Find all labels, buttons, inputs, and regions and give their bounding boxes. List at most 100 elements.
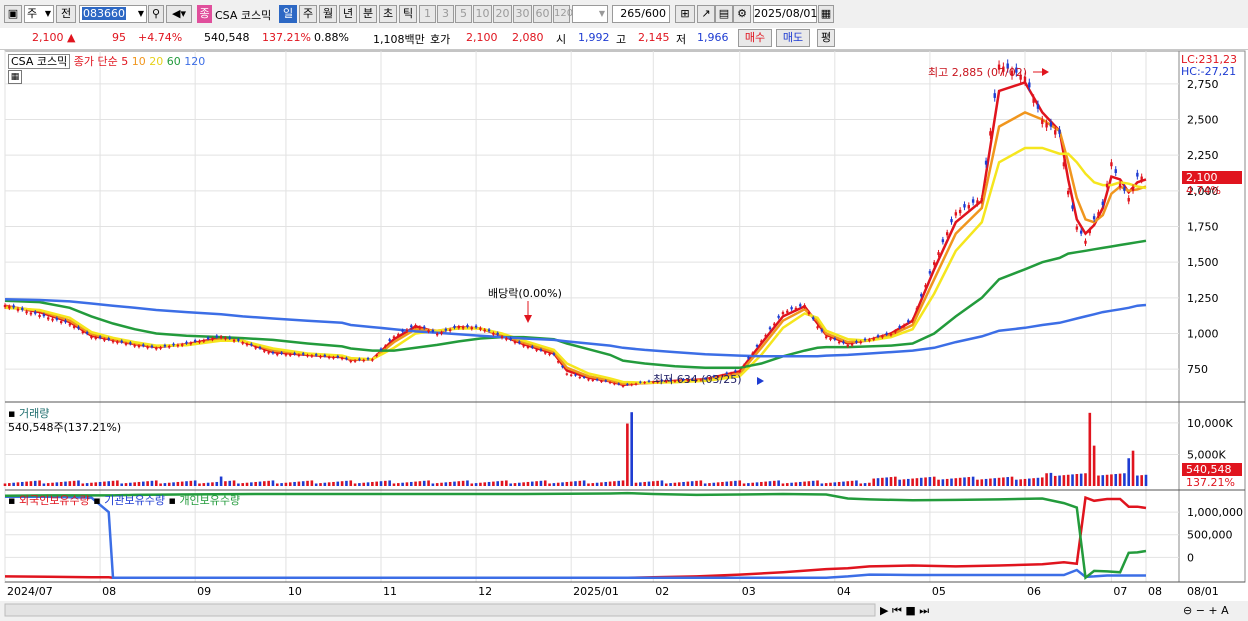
minute-option[interactable]: 5 [455,5,472,23]
candle-body [228,336,231,339]
candle-body [289,354,292,356]
volume-bar [552,483,556,486]
candle-body [427,330,430,332]
volume-bar [241,483,245,486]
tab-period-minute[interactable]: 분 [359,5,377,23]
price-change: 95 [112,31,126,44]
tab-period-day[interactable]: 일 [279,5,297,23]
volume-bar [38,480,41,486]
candle-body [293,352,296,355]
vol-pct-tag: 137.21% [1186,476,1235,489]
calendar-icon[interactable]: ▦ [818,5,834,23]
prev-button[interactable]: 전 [56,5,76,23]
candle-body [284,354,288,356]
sell-button[interactable]: 매도 [776,29,810,47]
candle-body [1088,230,1092,234]
volume-bar [872,478,876,486]
volume-bar [1040,477,1044,486]
minute-option[interactable]: 60 [533,5,552,23]
save-icon[interactable]: ▤ [715,5,733,23]
volume-bar [1002,477,1005,486]
candle-body [833,338,837,340]
zoom-controls[interactable]: ⊖ − + A [1183,604,1229,617]
horizontal-scrollbar[interactable] [4,603,876,617]
volume-bar [656,480,659,486]
stock-code-input[interactable]: 083660 ▼ [79,5,147,23]
candle-body [319,355,322,358]
candle-body [824,336,828,339]
speaker-icon[interactable]: ◀▾ [166,5,192,23]
volume: 540,548 [204,31,250,44]
count-input[interactable]: 265/600 [612,5,670,23]
holding-legend-individual: 개인보유수량 [179,494,241,507]
custom-period-select[interactable]: ▼ [572,5,608,23]
price-tick-label: 1,750 [1187,221,1219,234]
volume-bar [1118,473,1122,486]
volume-bar [457,481,461,486]
volume-bar [107,481,111,486]
volume-bar [422,480,426,486]
candle-body [976,200,979,204]
tab-period-second[interactable]: 초 [379,5,397,23]
volume-bar [639,482,642,486]
volume-bar [306,480,309,486]
buy-button[interactable]: 매수 [738,29,772,47]
minute-option[interactable]: 1 [419,5,436,23]
minute-option[interactable]: 120 [553,5,573,23]
scroll-controls[interactable]: ▶ ⏮ ■ ⏭ [880,604,929,617]
candle-body [1067,190,1070,195]
volume-bar [396,483,400,486]
minute-option[interactable]: 20 [493,5,512,23]
volume-bar [301,481,305,486]
ma-legend-5: 5 [121,55,129,68]
volume-bar [690,481,694,486]
volume-bar [1140,475,1143,486]
candle-body [349,360,352,363]
volume-bar [111,480,115,486]
volume-bar [206,482,210,486]
volume-bar [1131,450,1135,486]
candle-body [371,359,374,361]
volume-bar [12,482,15,486]
volume-bar [976,479,979,486]
volume-bar [729,481,733,486]
candle-body [1084,240,1087,244]
type-select[interactable]: 주 ▼ [24,5,54,23]
candle-body [773,323,776,326]
tab-period-year[interactable]: 년 [339,5,357,23]
x-tick-label: 2025/01 [573,585,619,598]
candle-body [751,352,754,355]
stock-chart[interactable]: 7501,0001,2501,5001,7502,0002,2502,5002,… [0,49,1248,621]
eval-button[interactable]: 평 [817,29,835,47]
compare-icon[interactable]: ⊞ [675,5,695,23]
candle-body [163,344,167,347]
date-input[interactable]: 2025/08/01 [753,5,817,23]
search-icon[interactable]: ⚲ [148,5,164,23]
candle-body [747,357,750,359]
tab-period-tick[interactable]: 틱 [399,5,417,23]
candle-body [276,353,279,356]
volume-bar [288,482,292,486]
stock-legend[interactable]: CSA 코스믹 [8,54,71,69]
candle-body [336,355,339,358]
minute-option[interactable]: 10 [473,5,492,23]
chart-menu-icon[interactable]: ▣ [4,5,22,23]
minute-option[interactable]: 30 [513,5,532,23]
volume-bar [314,483,318,486]
candle-body [280,352,283,354]
volume-bar [453,481,456,486]
candle-body [474,325,478,328]
minute-option[interactable]: 3 [437,5,454,23]
tab-period-month[interactable]: 월 [319,5,337,23]
volume-bar [94,482,98,486]
low-price: 1,966 [697,31,729,44]
volume-bar [371,481,374,486]
candle-body [206,337,210,340]
draw-icon[interactable]: ↗ [697,5,715,23]
candle-body [124,343,128,345]
x-tick-label: 07 [1113,585,1127,598]
gear-icon[interactable]: ⚙ [733,5,751,23]
volume-bar [695,480,698,486]
tab-period-week[interactable]: 주 [299,5,317,23]
table-icon[interactable]: ▦ [8,70,22,84]
